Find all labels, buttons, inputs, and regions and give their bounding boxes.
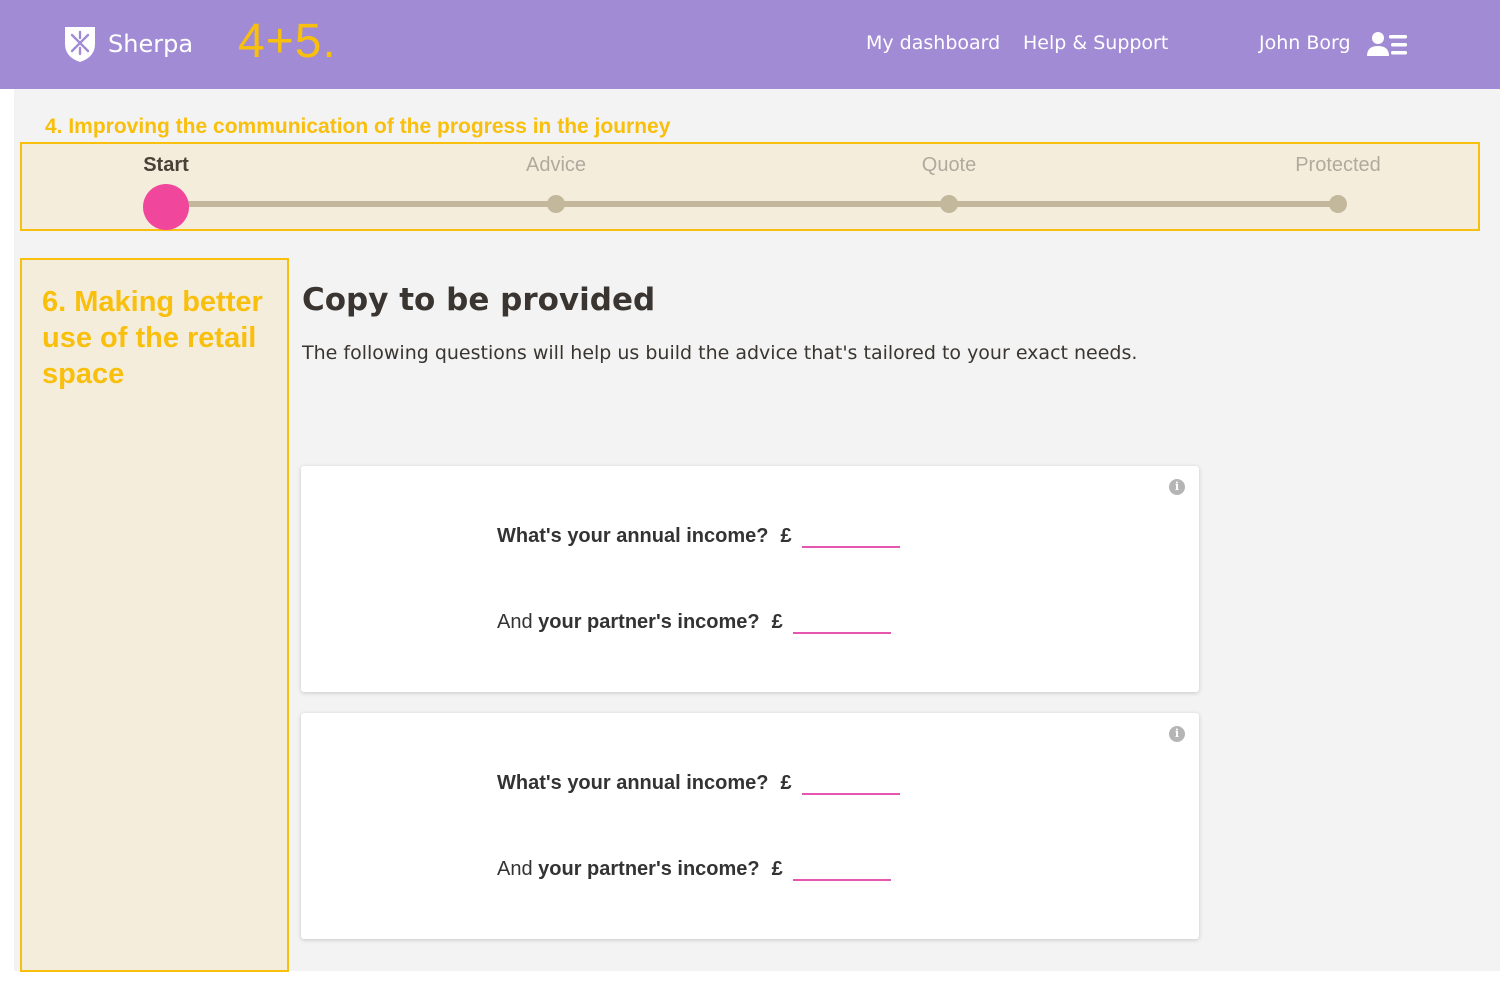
info-icon[interactable]: i xyxy=(1169,726,1185,742)
partner-income-label: your partner's income? xyxy=(538,611,760,633)
shield-logo-icon xyxy=(65,27,95,62)
user-menu-icon[interactable] xyxy=(1367,30,1409,60)
top-header: Sherpa 4+5. My dashboard Help & Support … xyxy=(0,0,1500,89)
info-icon[interactable]: i xyxy=(1169,479,1185,495)
nav-my-dashboard[interactable]: My dashboard xyxy=(866,32,1000,54)
page-title: Copy to be provided xyxy=(302,282,656,318)
progress-stepper: Start Advice Quote Protected xyxy=(20,142,1480,231)
user-name[interactable]: John Borg xyxy=(1259,32,1351,54)
step-dot-protected[interactable] xyxy=(1329,195,1347,213)
step-label-protected: Protected xyxy=(1295,154,1381,176)
partner-income-prefix: And xyxy=(497,611,539,633)
nav-help-support[interactable]: Help & Support xyxy=(1023,32,1168,54)
partner-income-input[interactable] xyxy=(792,857,891,881)
annual-income-row: What's your annual income? £ xyxy=(497,524,900,548)
currency-symbol: £ xyxy=(771,611,783,633)
partner-income-row: And your partner's income? £ xyxy=(497,610,891,634)
annual-income-input[interactable] xyxy=(801,771,900,795)
step-label-start: Start xyxy=(143,154,189,176)
annual-income-input[interactable] xyxy=(801,524,900,548)
annotation-section-number: 4+5. xyxy=(238,15,337,68)
currency-symbol: £ xyxy=(771,858,783,880)
income-question-card: i What's your annual income? £ And your … xyxy=(301,466,1199,692)
step-label-advice: Advice xyxy=(525,154,587,176)
partner-income-input[interactable] xyxy=(792,610,891,634)
sherpa-logo[interactable]: Sherpa xyxy=(62,24,193,64)
progress-track xyxy=(166,201,1340,207)
partner-income-row: And your partner's income? £ xyxy=(497,857,891,881)
annotation-retail-note: 6. Making better use of the retail space xyxy=(42,286,263,390)
income-question-card: i What's your annual income? £ And your … xyxy=(301,713,1199,939)
step-dot-quote[interactable] xyxy=(940,195,958,213)
partner-income-prefix: And xyxy=(497,858,539,880)
annual-income-row: What's your annual income? £ xyxy=(497,771,900,795)
currency-symbol: £ xyxy=(780,525,792,547)
brand-name: Sherpa xyxy=(108,30,194,58)
step-dot-start[interactable] xyxy=(143,184,189,230)
annual-income-label: What's your annual income? xyxy=(497,772,769,794)
partner-income-label: your partner's income? xyxy=(538,858,760,880)
step-label-quote: Quote xyxy=(921,154,977,176)
step-dot-advice[interactable] xyxy=(547,195,565,213)
currency-symbol: £ xyxy=(780,772,792,794)
retail-space-annotation: 6. Making better use of the retail space xyxy=(20,258,289,972)
annotation-progress-note: 4. Improving the communication of the pr… xyxy=(45,115,671,138)
page-description: The following questions will help us bui… xyxy=(302,342,1138,364)
annual-income-label: What's your annual income? xyxy=(497,525,769,547)
